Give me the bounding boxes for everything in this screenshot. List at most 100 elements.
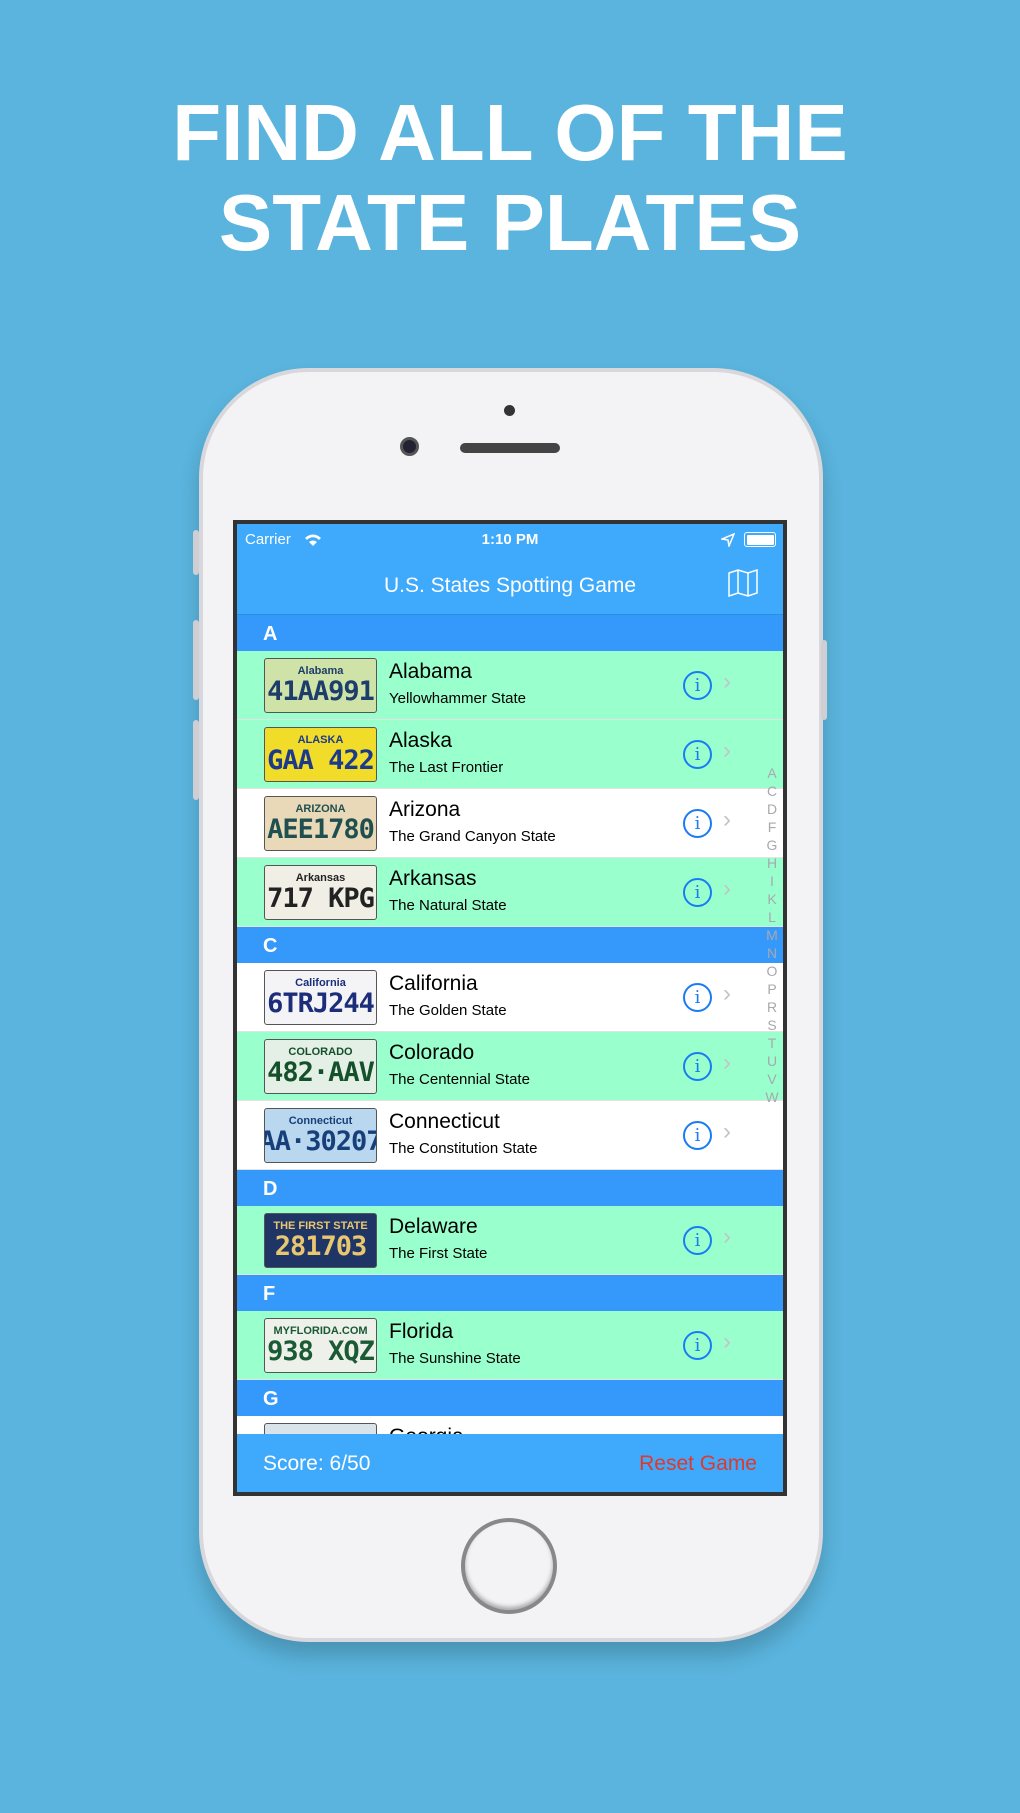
state-name: Alabama — [389, 660, 472, 683]
state-row-arizona[interactable]: ARIZONA AEE1780 Arizona The Grand Canyon … — [237, 789, 783, 858]
state-row-colorado[interactable]: COLORADO 482·AAV Colorado The Centennial … — [237, 1032, 783, 1101]
state-row-alaska[interactable]: ALASKA GAA 422 Alaska The Last Frontier i… — [237, 720, 783, 789]
plate-number: AA·30207 — [264, 1125, 377, 1157]
info-icon[interactable]: i — [683, 1121, 712, 1150]
license-plate-image: ALASKA GAA 422 — [264, 727, 377, 782]
bottom-toolbar: Score: 6/50 Reset Game — [237, 1434, 783, 1492]
state-name: Arkansas — [389, 867, 477, 890]
reset-game-button[interactable]: Reset Game — [639, 1452, 757, 1476]
chevron-right-icon: › — [723, 1118, 731, 1145]
info-icon[interactable]: i — [683, 1226, 712, 1255]
state-nickname: Yellowhammer State — [389, 690, 527, 707]
home-button[interactable] — [461, 1518, 557, 1614]
license-plate-image: MYFLORIDA.COM 938 XQZ — [264, 1318, 377, 1373]
plate-top-text: Alabama — [297, 664, 344, 677]
section-header-f: F — [237, 1275, 783, 1311]
index-letter-u[interactable]: U — [763, 1052, 781, 1070]
info-icon[interactable]: i — [683, 878, 712, 907]
index-letter-p[interactable]: P — [763, 980, 781, 998]
state-name: California — [389, 972, 478, 995]
earpiece — [460, 443, 560, 453]
info-icon[interactable]: i — [683, 1331, 712, 1360]
index-letter-i[interactable]: I — [763, 872, 781, 890]
index-letter-n[interactable]: N — [763, 944, 781, 962]
state-row-arkansas[interactable]: Arkansas 717 KPG Arkansas The Natural Sta… — [237, 858, 783, 927]
plate-number: 482·AAV — [267, 1056, 375, 1088]
index-letter-f[interactable]: F — [763, 818, 781, 836]
index-letter-l[interactable]: L — [763, 908, 781, 926]
plate-top-text: COLORADO — [288, 1045, 353, 1058]
state-row-florida[interactable]: MYFLORIDA.COM 938 XQZ Florida The Sunshin… — [237, 1311, 783, 1380]
plate-top-text: Arkansas — [295, 871, 346, 884]
info-icon[interactable]: i — [683, 809, 712, 838]
index-letter-a[interactable]: A — [763, 764, 781, 782]
state-name: Florida — [389, 1320, 454, 1343]
states-list[interactable]: A Alabama 41AA991 Alabama Yellowhammer Sta… — [237, 615, 783, 1438]
state-row-connecticut[interactable]: Connecticut AA·30207 Connecticut The Cons… — [237, 1101, 783, 1170]
plate-number: GAA 422 — [267, 744, 375, 776]
index-letter-r[interactable]: R — [763, 998, 781, 1016]
info-icon[interactable]: i — [683, 740, 712, 769]
headline-line-1: FIND ALL OF THE — [172, 88, 848, 177]
state-row-alabama[interactable]: Alabama 41AA991 Alabama Yellowhammer Stat… — [237, 651, 783, 720]
plate-top-text: ALASKA — [297, 733, 344, 746]
chevron-right-icon: › — [723, 980, 731, 1007]
license-plate-image: Arkansas 717 KPG — [264, 865, 377, 920]
state-name: Arizona — [389, 798, 461, 821]
plate-number: 938 XQZ — [267, 1335, 375, 1367]
index-letter-g[interactable]: G — [763, 836, 781, 854]
state-name: Colorado — [389, 1041, 475, 1064]
index-letter-o[interactable]: O — [763, 962, 781, 980]
chevron-right-icon: › — [723, 1049, 731, 1076]
state-nickname: The First State — [389, 1245, 488, 1262]
section-header-a: A — [237, 615, 783, 651]
plate-number: 6TRJ244 — [267, 987, 375, 1019]
chevron-right-icon: › — [723, 668, 731, 695]
state-name: Alaska — [389, 729, 453, 752]
index-letter-w[interactable]: W — [763, 1088, 781, 1106]
index-letter-t[interactable]: T — [763, 1034, 781, 1052]
volume-down-button — [193, 720, 199, 800]
info-icon[interactable]: i — [683, 671, 712, 700]
index-letter-m[interactable]: M — [763, 926, 781, 944]
chevron-right-icon: › — [723, 875, 731, 902]
state-nickname: The Golden State — [389, 1002, 507, 1019]
index-letter-v[interactable]: V — [763, 1070, 781, 1088]
state-name: Connecticut — [389, 1110, 500, 1133]
license-plate-image: ARIZONA AEE1780 — [264, 796, 377, 851]
chevron-right-icon: › — [723, 737, 731, 764]
front-camera — [400, 437, 419, 456]
index-letter-k[interactable]: K — [763, 890, 781, 908]
index-letter-s[interactable]: S — [763, 1016, 781, 1034]
info-icon[interactable]: i — [683, 983, 712, 1012]
status-time: 1:10 PM — [481, 531, 539, 548]
plate-top-text: ARIZONA — [295, 802, 346, 815]
score-label: Score: 6/50 — [263, 1452, 371, 1475]
plate-top-text: THE FIRST STATE — [273, 1219, 368, 1232]
state-row-california[interactable]: California 6TRJ244 California The Golden … — [237, 963, 783, 1032]
plate-top-text: MYFLORIDA.COM — [273, 1324, 368, 1337]
plate-number: 717 KPG — [267, 882, 375, 914]
plate-number: 281703 — [274, 1230, 368, 1262]
index-letter-c[interactable]: C — [763, 782, 781, 800]
chevron-right-icon: › — [723, 1223, 731, 1250]
state-nickname: The Sunshine State — [389, 1350, 521, 1367]
nav-title: U.S. States Spotting Game — [383, 574, 637, 597]
index-letter-h[interactable]: H — [763, 854, 781, 872]
section-header-g: G — [237, 1380, 783, 1416]
state-row-delaware[interactable]: THE FIRST STATE 281703 Delaware The First… — [237, 1206, 783, 1275]
info-icon[interactable]: i — [683, 1052, 712, 1081]
section-header-d: D — [237, 1170, 783, 1206]
state-nickname: The Natural State — [389, 897, 507, 914]
plate-number: 41AA991 — [267, 675, 375, 707]
plate-number: AEE1780 — [267, 813, 375, 845]
state-name: Delaware — [389, 1215, 478, 1238]
headline: FIND ALL OF THE STATE PLATES — [0, 88, 1020, 268]
section-index[interactable]: ACDFGHIKLMNOPRSTUVW — [763, 764, 781, 1106]
navigation-bar: U.S. States Spotting Game — [237, 556, 783, 615]
plate-top-text: California — [295, 976, 346, 989]
map-icon[interactable] — [728, 569, 758, 597]
battery-icon — [744, 532, 776, 547]
index-letter-d[interactable]: D — [763, 800, 781, 818]
chevron-right-icon: › — [723, 1328, 731, 1355]
